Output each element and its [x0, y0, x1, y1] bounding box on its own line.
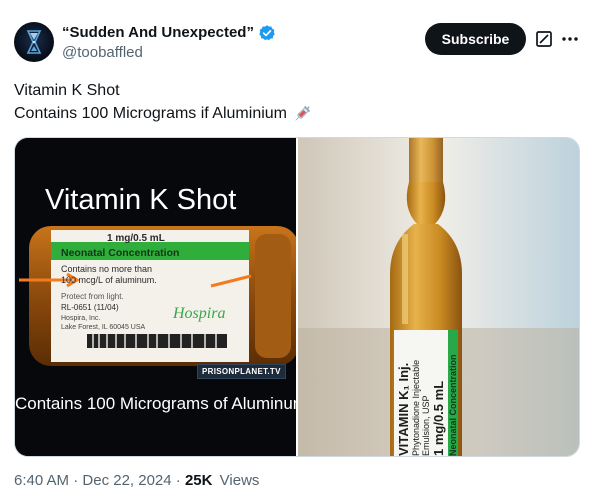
- tweet-text-line-1: Vitamin K Shot: [14, 82, 120, 99]
- media-grid[interactable]: 1 mg/0.5 mL Neonatal Concentration Conta…: [14, 137, 580, 457]
- ampoule-label-line4: 1 mg/0.5 mL: [431, 381, 446, 456]
- hospira-brand-text: Hospira: [172, 305, 225, 322]
- ampoule-label-line1: VITAMIN K₁ Inj.: [396, 363, 411, 456]
- label-line6-text: Lake Forest, IL 60045 USA: [61, 324, 146, 331]
- label-line3-text: Protect from light.: [61, 292, 124, 301]
- tweet-meta: 6:40 AM · Dec 22, 2024 · 25K Views: [14, 472, 259, 489]
- label-line2-text: 100 mcg/L of aluminum.: [61, 275, 157, 285]
- views-label: Views: [219, 472, 260, 489]
- author-block: “Sudden And Unexpected” @toobaffled: [62, 23, 276, 63]
- grok-icon[interactable]: [534, 29, 554, 49]
- label-top-text: 1 mg/0.5 mL: [107, 233, 165, 244]
- tweet-time[interactable]: 6:40 AM: [14, 472, 69, 489]
- views-count: 25K: [184, 472, 213, 489]
- left-image-overlay-title: Vitamin K Shot: [45, 184, 237, 216]
- tweet-text-line-2: Contains 100 Micrograms if Aluminium: [14, 105, 287, 122]
- media-image-ampoule[interactable]: VITAMIN K₁ Inj. Phytonadione Injectable …: [298, 138, 579, 456]
- label-line4-text: RL-0651 (11/04): [61, 303, 119, 312]
- hourglass-avatar-icon: [26, 30, 42, 54]
- more-icon[interactable]: [560, 29, 580, 49]
- ampoule-label-line5: Neonatal Concentration: [448, 354, 458, 456]
- verified-badge-icon: [259, 25, 275, 41]
- ampoule-label-line2: Phytonadione Injectable: [411, 360, 421, 456]
- meta-separator: ·: [73, 472, 79, 489]
- tweet-date[interactable]: Dec 22, 2024: [82, 472, 171, 489]
- ampoule-photo: VITAMIN K₁ Inj. Phytonadione Injectable …: [298, 138, 579, 456]
- meta-separator: ·: [175, 472, 181, 489]
- tweet-text: Vitamin K Shot Contains 100 Micrograms i…: [14, 79, 312, 125]
- display-name[interactable]: “Sudden And Unexpected”: [62, 23, 254, 43]
- avatar[interactable]: [14, 22, 54, 62]
- ampoule-label-line3: Emulsion, USP: [421, 395, 431, 456]
- subscribe-button[interactable]: Subscribe: [425, 23, 526, 55]
- media-image-vitamin-k-label[interactable]: 1 mg/0.5 mL Neonatal Concentration Conta…: [15, 138, 296, 456]
- label-line1-text: Contains no more than: [61, 264, 152, 274]
- left-image-watermark: PRISONPLANET.TV: [197, 364, 286, 379]
- syringe-icon: [295, 105, 311, 121]
- label-heading-text: Neonatal Concentration: [61, 247, 179, 259]
- handle[interactable]: @toobaffled: [62, 43, 276, 63]
- left-image-overlay-caption: Contains 100 Micrograms of Aluminum: [15, 394, 296, 413]
- display-name-row[interactable]: “Sudden And Unexpected”: [62, 23, 276, 43]
- tweet-text-line-2-row: Contains 100 Micrograms if Aluminium: [14, 102, 312, 125]
- label-line5-text: Hospira, Inc.: [61, 315, 100, 322]
